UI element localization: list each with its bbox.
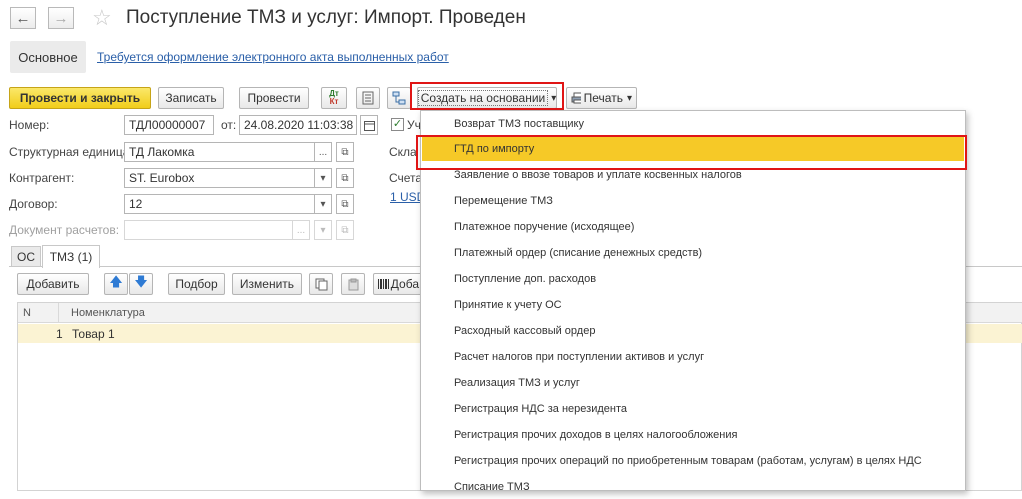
tab-inventory[interactable]: ТМЗ (1)	[42, 245, 100, 268]
import-declaration-highlight	[416, 135, 967, 170]
arrow-down-icon: 🡇	[134, 274, 148, 289]
dt-kt-button[interactable]: Дт Кт	[321, 87, 347, 109]
counterparty-field[interactable]: ST. Eurobox	[124, 168, 315, 188]
ellipsis-icon: ...	[318, 146, 328, 158]
dt-kt-icon: Дт Кт	[329, 89, 339, 106]
hierarchy-icon	[392, 91, 406, 105]
open-icon: ⧉	[341, 172, 349, 184]
counterparty-dropdown-button[interactable]: ▾	[314, 168, 332, 188]
menu-item-payment-order-debit[interactable]: Платежный ордер (списание денежных средс…	[422, 241, 964, 265]
create-based-highlight	[410, 82, 564, 110]
copy-button[interactable]	[309, 273, 333, 295]
forward-button[interactable]: →	[48, 7, 74, 29]
document-list-button[interactable]	[356, 87, 380, 109]
contract-label: Договор:	[9, 197, 58, 211]
contract-dropdown-button[interactable]: ▾	[314, 194, 332, 214]
arrow-up-icon: 🡅	[109, 274, 123, 289]
counterparty-label: Контрагент:	[9, 171, 75, 185]
unit-open-button[interactable]: ⧉	[336, 142, 354, 162]
printer-icon	[571, 92, 581, 104]
menu-item-additional-costs[interactable]: Поступление доп. расходов	[422, 267, 964, 291]
back-button[interactable]: ←	[10, 7, 36, 29]
number-label: Номер:	[9, 118, 50, 132]
date-field[interactable]: 24.08.2020 11:03:38	[239, 115, 357, 135]
paste-icon	[348, 278, 358, 290]
add-barcode-button[interactable]: Доба	[373, 273, 423, 295]
counterparty-open-button[interactable]: ⧉	[336, 168, 354, 188]
tab-fixed-assets[interactable]: ОС	[11, 246, 41, 267]
menu-item-inventory-writeoff[interactable]: Списание ТМЗ	[422, 475, 964, 499]
accounting-checkbox-label: Уч	[407, 118, 421, 132]
ellipsis-icon: ...	[296, 224, 306, 236]
menu-item-sales[interactable]: Реализация ТМЗ и услуг	[422, 371, 964, 395]
unit-select-button[interactable]: ...	[314, 142, 332, 162]
calendar-button[interactable]	[360, 115, 378, 135]
column-divider	[58, 303, 59, 323]
menu-item-tax-calculation[interactable]: Расчет налогов при поступлении активов и…	[422, 345, 964, 369]
save-button[interactable]: Записать	[158, 87, 224, 109]
open-icon: ⧉	[341, 198, 349, 210]
contract-field[interactable]: 12	[124, 194, 315, 214]
tab-main[interactable]: Основное	[10, 41, 86, 73]
menu-item-return-to-supplier[interactable]: Возврат ТМЗ поставщику	[422, 112, 964, 136]
post-and-close-button[interactable]: Провести и закрыть	[9, 87, 151, 109]
row-number: 1	[56, 327, 63, 341]
move-down-button[interactable]: 🡇	[129, 273, 153, 295]
settlement-select-button: ...	[292, 220, 310, 240]
favorite-star-icon[interactable]: ☆	[92, 5, 112, 31]
open-icon: ⧉	[341, 224, 349, 236]
accounts-label: Счета	[389, 171, 423, 185]
unit-field[interactable]: ТД Лакомка	[124, 142, 315, 162]
settlement-open-button: ⧉	[336, 220, 354, 240]
chevron-down-icon: ▾	[320, 198, 326, 210]
menu-item-payment-order-outgoing[interactable]: Платежное поручение (исходящее)	[422, 215, 964, 239]
calendar-icon	[363, 120, 375, 131]
open-icon: ⧉	[341, 146, 349, 158]
print-button[interactable]: Печать ▾	[566, 87, 637, 109]
menu-item-other-income[interactable]: Регистрация прочих доходов в целях налог…	[422, 423, 964, 447]
number-field[interactable]: ТДЛ00000007	[124, 115, 214, 135]
list-icon	[362, 91, 374, 105]
menu-item-vat-nonresident[interactable]: Регистрация НДС за нерезидента	[422, 397, 964, 421]
unit-label: Структурная единица:	[9, 145, 133, 159]
column-header-item: Номенклатура	[71, 307, 145, 319]
column-header-n: N	[23, 307, 31, 319]
change-button[interactable]: Изменить	[232, 273, 302, 295]
act-required-link[interactable]: Требуется оформление электронного акта в…	[97, 50, 449, 64]
settlement-dropdown-button: ▾	[314, 220, 332, 240]
date-label: от:	[221, 118, 237, 132]
copy-icon	[315, 278, 327, 290]
menu-item-inventory-transfer[interactable]: Перемещение ТМЗ	[422, 189, 964, 213]
arrow-right-icon: →	[53, 9, 69, 27]
contract-open-button[interactable]: ⧉	[336, 194, 354, 214]
chevron-down-icon: ▾	[626, 92, 632, 104]
post-button[interactable]: Провести	[239, 87, 309, 109]
menu-item-other-operations-vat[interactable]: Регистрация прочих операций по приобрете…	[422, 449, 964, 473]
menu-item-cash-expense-order[interactable]: Расходный кассовый ордер	[422, 319, 964, 343]
selection-button[interactable]: Подбор	[168, 273, 225, 295]
accounting-checkbox[interactable]: ✓	[391, 118, 404, 131]
move-up-button[interactable]: 🡅	[104, 273, 128, 295]
add-row-button[interactable]: Добавить	[17, 273, 89, 295]
row-item-name: Товар 1	[72, 327, 115, 341]
warehouse-label: Скла	[389, 145, 417, 159]
menu-item-fixed-asset-acceptance[interactable]: Принятие к учету ОС	[422, 293, 964, 317]
arrow-left-icon: ←	[15, 9, 31, 27]
page-title: Поступление ТМЗ и услуг: Импорт. Проведе…	[126, 7, 526, 28]
chevron-down-icon: ▾	[320, 224, 326, 236]
barcode-icon	[378, 279, 389, 289]
chevron-down-icon: ▾	[320, 172, 326, 184]
settlement-doc-field	[124, 220, 293, 240]
settlement-doc-label: Документ расчетов:	[9, 223, 120, 237]
paste-button[interactable]	[341, 273, 365, 295]
structure-button[interactable]	[387, 87, 411, 109]
